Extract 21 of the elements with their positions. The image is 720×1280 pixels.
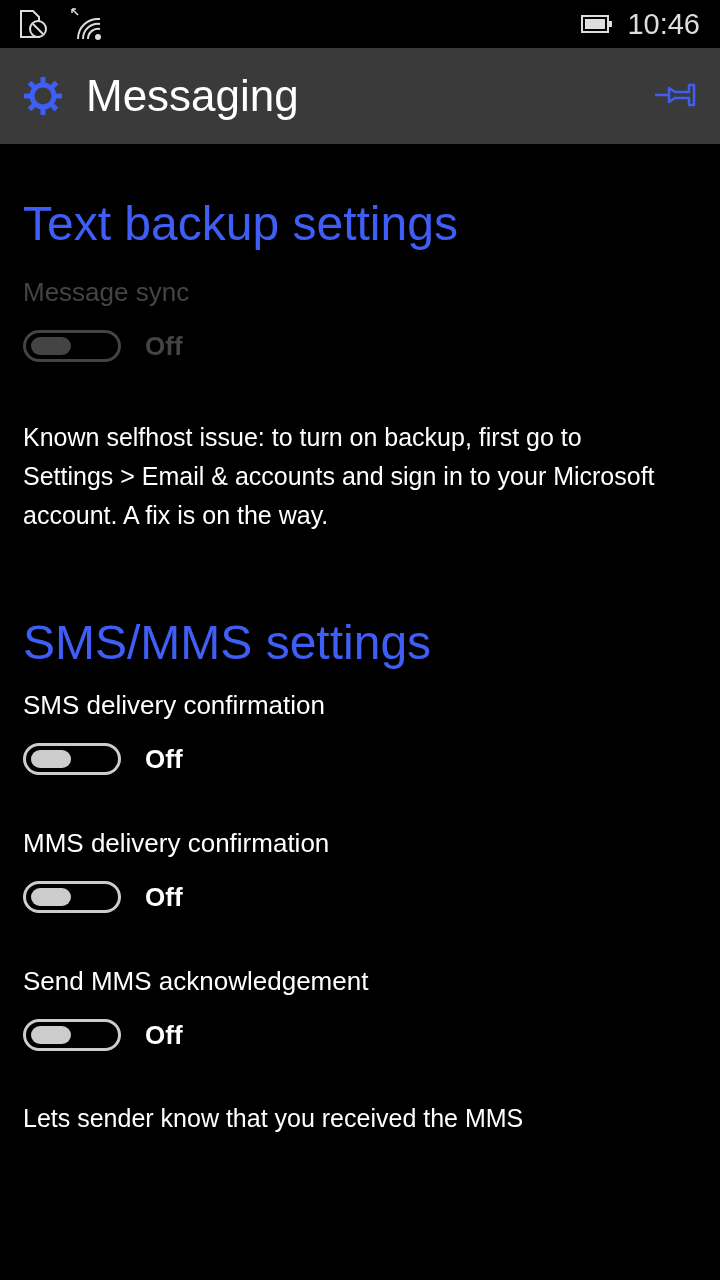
setting-label: MMS delivery confirmation [23, 827, 331, 860]
settings-icon [22, 75, 64, 117]
setting-label: Send MMS acknowledgement [23, 965, 370, 998]
setting-label: Message sync [23, 276, 191, 309]
page-title: Messaging [86, 71, 299, 121]
section-heading: SMS/MMS settings [23, 615, 433, 671]
wifi-icon [70, 7, 104, 41]
description-text: Known selfhost issue: to turn on backup, first go to Settings > Email & accounts and sign in to your Microsoft account. A fix is on the way. [23, 422, 656, 531]
setting-label: SMS delivery confirmation [23, 689, 326, 722]
toggle-switch[interactable] [23, 1019, 121, 1051]
toggle-state: Off [145, 330, 183, 362]
clock-time: 10:46 [627, 7, 700, 41]
toggle-state: Off [145, 881, 183, 913]
toggle-state: Off [145, 1019, 183, 1051]
toggle-switch[interactable] [23, 881, 121, 913]
battery-icon [581, 14, 614, 34]
description-text: Lets sender know that you received the MMS [23, 1103, 525, 1134]
toggle-state: Off [145, 743, 183, 775]
toggle-switch[interactable] [23, 743, 121, 775]
section-heading: Text backup settings [23, 196, 459, 252]
sim-blocked-icon [18, 9, 48, 39]
